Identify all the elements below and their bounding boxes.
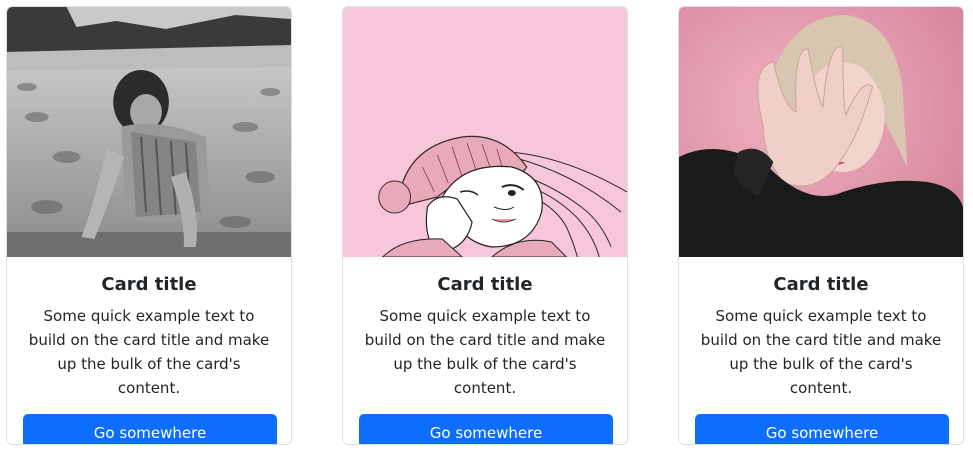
go-somewhere-button[interactable]: Go somewhere [23,414,277,444]
card-text: Some quick example text to build on the … [700,307,942,397]
card-image-portrait [679,7,963,257]
go-somewhere-button[interactable]: Go somewhere [695,414,949,444]
card: Card title Some quick example text to bu… [678,6,964,445]
card: Card title Some quick example text to bu… [6,6,292,445]
card-body: Card title Some quick example text to bu… [679,257,963,444]
card-title: Card title [101,274,197,295]
card-image-illustration [343,7,627,257]
card-body: Card title Some quick example text to bu… [343,257,627,444]
card: Card title Some quick example text to bu… [342,6,628,445]
go-somewhere-button[interactable]: Go somewhere [359,414,613,444]
card-image-beach [7,7,291,257]
card-text: Some quick example text to build on the … [28,307,270,397]
card-title: Card title [437,274,533,295]
card-grid: Card title Some quick example text to bu… [0,0,973,454]
card-body: Card title Some quick example text to bu… [7,257,291,444]
card-title: Card title [773,274,869,295]
card-text: Some quick example text to build on the … [364,307,606,397]
